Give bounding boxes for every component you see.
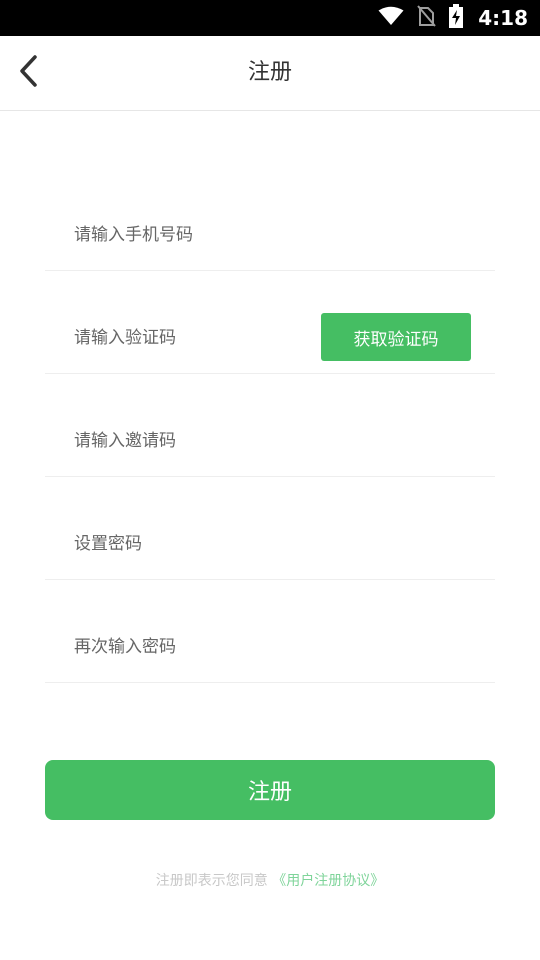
agreement-prefix: 注册即表示您同意	[155, 873, 268, 889]
no-sim-icon	[416, 5, 437, 31]
register-form: 获取验证码	[45, 198, 495, 683]
code-row: 获取验证码	[45, 271, 495, 374]
phone-input[interactable]	[74, 199, 334, 271]
register-button[interactable]: 注册	[45, 760, 495, 820]
status-bar: 4:18	[0, 0, 540, 36]
confirm-password-input[interactable]	[74, 611, 334, 683]
status-icons: 4:18	[378, 0, 528, 36]
agreement-text: 注册即表示您同意 《用户注册协议》	[0, 870, 540, 890]
page-title: 注册	[247, 60, 292, 85]
password-row	[45, 477, 495, 580]
invite-code-input[interactable]	[74, 405, 334, 477]
password-input[interactable]	[74, 508, 334, 580]
get-code-button[interactable]: 获取验证码	[321, 313, 471, 361]
wifi-icon	[378, 6, 404, 30]
agreement-link[interactable]: 《用户注册协议》	[272, 873, 384, 889]
status-time: 4:18	[478, 6, 528, 30]
invite-row	[45, 374, 495, 477]
confirm-password-row	[45, 580, 495, 683]
app-bar: 注册	[0, 36, 540, 111]
battery-charging-icon	[448, 4, 464, 32]
phone-row	[45, 198, 495, 271]
verification-code-input[interactable]	[74, 302, 334, 374]
